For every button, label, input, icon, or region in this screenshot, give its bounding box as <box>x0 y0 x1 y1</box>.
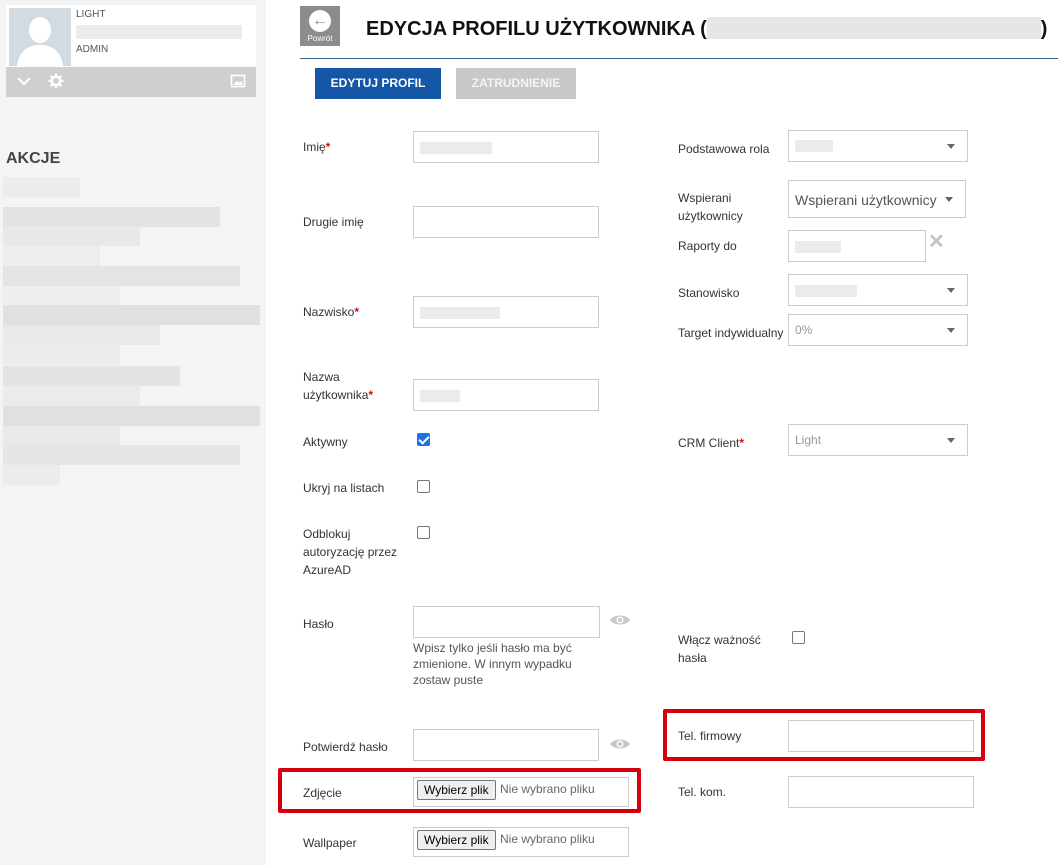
photo-label: Zdjęcie <box>303 786 342 800</box>
password-hint: Wpisz tylko jeśli hasło ma być zmienione.… <box>413 641 572 687</box>
user-card-top: LIGHT ADMIN <box>6 5 256 67</box>
page-title-suffix: ) <box>1040 18 1048 40</box>
mobile-phone-label: Tel. kom. <box>678 785 727 799</box>
company-phone-input[interactable] <box>788 720 974 752</box>
image-icon[interactable] <box>230 73 246 94</box>
confirm-password-label: Potwierdź hasło <box>303 740 388 754</box>
user-role-top: LIGHT <box>76 9 106 20</box>
primary-role-label: Podstawowa rola <box>678 142 770 156</box>
first-name-label: Imię* <box>303 140 331 154</box>
page-title-prefix: EDYCJA PROFILU UŻYTKOWNIKA ( <box>366 18 707 40</box>
hide-lists-label: Ukryj na listach <box>303 481 385 495</box>
primary-role-select[interactable] <box>788 130 968 162</box>
eye-icon[interactable] <box>609 737 631 754</box>
azure-label: Odblokuj autoryzację przez AzureAD <box>303 527 398 577</box>
photo-file-status: Nie wybrano pliku <box>500 782 595 796</box>
chevron-down-icon <box>945 197 953 202</box>
company-phone-label: Tel. firmowy <box>678 729 742 743</box>
crm-client-select[interactable]: Light <box>788 424 968 456</box>
tab-employment[interactable]: ZATRUDNIENIE <box>456 68 576 99</box>
middle-name-input[interactable] <box>413 206 599 238</box>
wallpaper-choose-file-button[interactable]: Wybierz plik <box>417 830 496 850</box>
close-icon[interactable]: ✕ <box>928 229 945 254</box>
page-title: EDYCJA PROFILU UŻYTKOWNIKA () <box>366 16 1048 41</box>
wallpaper-label: Wallpaper <box>303 836 357 850</box>
crm-client-label: CRM Client* <box>678 436 745 450</box>
user-name-redacted <box>76 25 242 39</box>
back-button-label: Powrót <box>307 34 333 43</box>
chevron-down-icon <box>947 144 955 149</box>
user-toolbar <box>6 67 256 97</box>
azure-checkbox[interactable] <box>417 526 430 539</box>
first-name-input[interactable] <box>413 131 599 163</box>
chevron-down-icon <box>947 438 955 443</box>
last-name-label: Nazwisko* <box>303 305 360 319</box>
title-divider <box>300 58 1058 59</box>
last-name-input[interactable] <box>413 296 599 328</box>
active-label: Aktywny <box>303 435 348 449</box>
target-label: Target indywidualny <box>678 326 784 340</box>
password-expiry-label: Włącz ważność hasła <box>678 633 761 665</box>
middle-name-label: Drugie imię <box>303 215 364 229</box>
actions-heading: AKCJE <box>6 150 61 167</box>
chevron-down-icon <box>947 288 955 293</box>
mobile-phone-input[interactable] <box>788 776 974 808</box>
sidebar: LIGHT ADMIN AKCJE <box>0 0 266 865</box>
username-label: Nazwa użytkownika* <box>303 370 374 402</box>
confirm-password-input[interactable] <box>413 729 599 761</box>
back-button[interactable]: ← Powrót <box>300 6 340 46</box>
photo-choose-file-button[interactable]: Wybierz plik <box>417 780 496 800</box>
supported-users-label: Wspierani użytkownicy <box>678 191 743 223</box>
reports-to-label: Raporty do <box>678 239 737 253</box>
reports-to-input[interactable] <box>788 230 926 262</box>
wallpaper-file-status: Nie wybrano pliku <box>500 832 595 846</box>
position-select[interactable] <box>788 274 968 306</box>
photo-file-input[interactable]: Wybierz plik Nie wybrano pliku <box>413 777 629 807</box>
supported-users-select[interactable]: Wspierani użytkownicy <box>788 180 966 218</box>
chevron-down-icon[interactable] <box>16 73 32 94</box>
user-card: LIGHT ADMIN <box>6 5 256 97</box>
hide-lists-checkbox[interactable] <box>417 480 430 493</box>
wallpaper-file-input[interactable]: Wybierz plik Nie wybrano pliku <box>413 827 629 857</box>
avatar-silhouette-icon <box>9 8 71 66</box>
password-label: Hasło <box>303 617 334 631</box>
active-checkbox[interactable] <box>417 433 430 446</box>
gear-icon[interactable] <box>48 73 64 94</box>
target-select[interactable]: 0% <box>788 314 968 346</box>
arrow-left-icon: ← <box>309 10 331 32</box>
page-title-redacted <box>706 16 1041 39</box>
password-expiry-checkbox[interactable] <box>792 631 805 644</box>
username-input[interactable] <box>413 379 599 411</box>
position-label: Stanowisko <box>678 286 740 300</box>
chevron-down-icon <box>947 328 955 333</box>
eye-icon[interactable] <box>609 613 631 630</box>
avatar[interactable] <box>9 8 71 66</box>
password-input[interactable] <box>413 606 600 638</box>
user-role-bottom: ADMIN <box>76 44 109 55</box>
tab-edit-profile[interactable]: EDYTUJ PROFIL <box>315 68 441 99</box>
